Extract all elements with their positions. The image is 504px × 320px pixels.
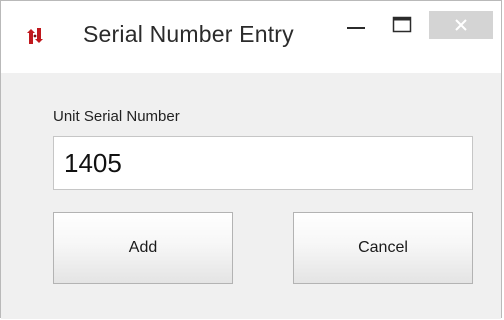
title-bar[interactable]: Serial Number Entry — [1, 1, 501, 73]
serial-number-label: Unit Serial Number — [53, 108, 180, 125]
maximize-button[interactable] — [385, 11, 421, 39]
maximize-icon — [392, 16, 412, 33]
cancel-button[interactable]: Cancel — [293, 212, 473, 284]
dialog-body: Unit Serial Number Add Cancel — [1, 73, 501, 319]
close-button[interactable] — [429, 11, 493, 39]
add-button-label: Add — [128, 239, 158, 256]
app-icon — [24, 24, 46, 48]
add-button[interactable]: Add — [53, 212, 233, 284]
serial-number-input[interactable] — [53, 136, 473, 190]
minimize-button[interactable] — [337, 11, 377, 39]
minimize-icon — [347, 27, 365, 29]
close-icon — [455, 19, 467, 31]
serial-number-entry-window: Serial Number Entry Unit Serial Number A… — [0, 0, 502, 319]
cancel-button-label: Cancel — [358, 239, 408, 256]
window-title: Serial Number Entry — [83, 21, 294, 47]
